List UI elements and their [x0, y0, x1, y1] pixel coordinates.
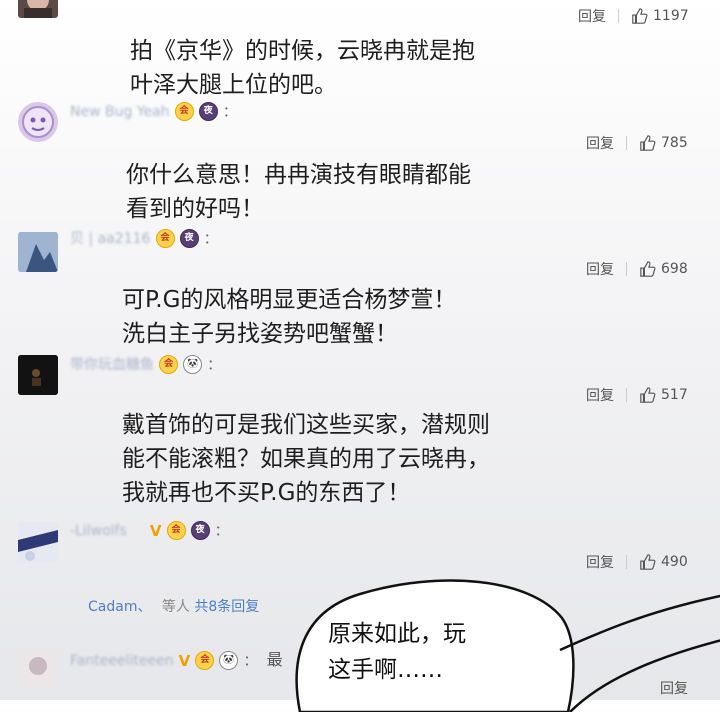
comment-actions: 回复 785	[586, 133, 688, 153]
vip-badge-icon: 会	[159, 355, 179, 374]
thumbs-up-icon[interactable]	[639, 134, 657, 152]
comment-text: 拍《京华》的时候，云晓冉就是抱 叶泽大腿上位的吧。	[130, 38, 475, 98]
comment-text: 戴首饰的可是我们这些买家，潜规则 能不能滚粗？如果真的用了云晓冉， 我就再也不买…	[122, 412, 490, 506]
username[interactable]: New Bug Yeah	[70, 104, 170, 120]
avatar[interactable]	[18, 0, 58, 18]
username[interactable]: Fanteeeliteeen	[70, 653, 174, 669]
avatar[interactable]	[18, 648, 58, 688]
colon: ：	[203, 231, 218, 248]
replies-summary-link[interactable]: Cadam、 等人 共8条回复	[88, 596, 259, 616]
comment-header: 带你玩血糖鱼 会 🐼 ：	[70, 354, 221, 375]
colon: ：	[243, 653, 258, 670]
avatar[interactable]	[18, 522, 58, 562]
comment-actions: 回复 698	[586, 259, 688, 279]
reply-button[interactable]: 回复	[586, 552, 614, 572]
username[interactable]: 贝 | aa2116	[70, 231, 150, 247]
vip-badge-icon: 会	[174, 102, 194, 121]
panda-badge-icon: 🐼	[183, 355, 203, 374]
avatar[interactable]	[18, 102, 58, 142]
like-count: 1197	[653, 8, 689, 24]
v-badge-icon: V	[178, 651, 191, 670]
username[interactable]: 带你玩血糖鱼	[70, 357, 154, 373]
reply-button[interactable]: 回复	[578, 6, 606, 26]
avatar[interactable]	[18, 232, 58, 272]
panda-badge-icon: 🐼	[219, 651, 239, 670]
comment-header: 贝 | aa2116 会 夜 ：	[70, 228, 218, 249]
thumbs-up-icon[interactable]	[631, 7, 649, 25]
night-badge-icon: 夜	[190, 521, 210, 540]
v-badge-icon: V	[149, 521, 162, 540]
reply-button[interactable]: 回复	[586, 259, 614, 279]
thumbs-up-icon[interactable]	[639, 553, 657, 571]
thumbs-up-icon[interactable]	[639, 260, 657, 278]
night-badge-icon: 夜	[198, 102, 218, 121]
vip-badge-icon: 会	[155, 229, 175, 248]
thumbs-up-icon[interactable]	[639, 386, 657, 404]
comment-actions: 回复 517	[586, 385, 688, 405]
comment-text: 你什么意思！冉冉演技有眼睛都能 看到的好吗！	[126, 162, 471, 222]
comment-actions: 回复 1197	[578, 6, 689, 26]
divider	[626, 555, 627, 569]
comment-header: Fanteeeliteeen V 会 🐼 ： 最	[70, 646, 283, 671]
colon: ：	[214, 523, 229, 540]
comment-header: -Lilwolfs V 会 夜 ：	[70, 520, 229, 541]
reply-button[interactable]: 回复	[586, 385, 614, 405]
colon: ：	[222, 104, 237, 121]
like-count: 517	[661, 387, 688, 403]
night-badge-icon: 夜	[179, 229, 199, 248]
username[interactable]: -Lilwolfs	[70, 523, 127, 539]
vip-badge-icon: 会	[195, 651, 215, 670]
colon: ：	[207, 357, 222, 374]
comment-actions: 回复 490	[586, 552, 688, 572]
comment-header: New Bug Yeah 会 夜 ：	[70, 101, 237, 122]
avatar[interactable]	[18, 355, 58, 395]
divider	[626, 388, 627, 402]
divider	[618, 9, 619, 23]
divider	[626, 262, 627, 276]
reply-button[interactable]: 回复	[586, 133, 614, 153]
speech-bubble-text: 原来如此，玩 这手啊……	[328, 621, 466, 683]
divider	[626, 136, 627, 150]
like-count: 490	[661, 554, 688, 570]
like-count: 785	[661, 135, 688, 151]
vip-badge-icon: 会	[166, 521, 186, 540]
like-count: 698	[661, 261, 688, 277]
comment-text: 可P.G的风格明显更适合杨梦萱！ 洗白主子另找姿势吧蟹蟹！	[122, 287, 457, 347]
